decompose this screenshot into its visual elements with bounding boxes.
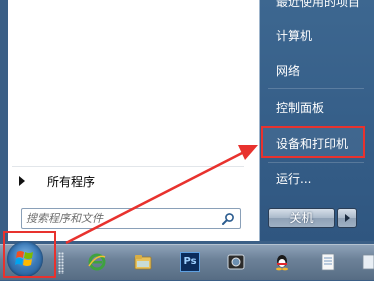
menu-item-network[interactable]: 网络 [276,62,300,79]
start-button-highlight [3,231,56,278]
menu-item-run[interactable]: 运行... [276,170,311,187]
start-menu-left-panel [8,0,260,241]
menu-item-computer[interactable]: 计算机 [276,27,312,44]
menu-item-control-panel[interactable]: 控制面板 [276,99,324,116]
menu-item-recent-items[interactable]: 最近使用的项目 [276,0,360,10]
media-app-icon[interactable] [226,252,246,272]
search-icon[interactable] [221,212,235,226]
notepad-icon[interactable] [318,252,338,272]
search-box[interactable] [21,208,241,229]
right-panel-separator [268,162,364,163]
file-icon[interactable] [362,252,374,272]
all-programs-label: 所有程序 [47,174,96,189]
taskbar-grip[interactable] [58,252,64,274]
photoshop-icon[interactable]: Ps [180,252,200,272]
ie-icon[interactable] [87,252,107,272]
qq-icon[interactable] [272,252,292,272]
search-input[interactable] [26,209,214,228]
file-explorer-icon[interactable] [133,252,153,272]
chevron-right-icon [345,214,350,222]
shutdown-button[interactable]: 关机 [268,208,335,228]
left-panel-separator [12,166,244,167]
all-programs-item[interactable]: 所有程序 [12,169,244,193]
triangle-right-icon [19,176,25,186]
right-panel-separator [268,88,364,89]
shutdown-options-button[interactable] [337,208,357,228]
menu-item-devices-printers[interactable]: 设备和打印机 [276,135,348,152]
